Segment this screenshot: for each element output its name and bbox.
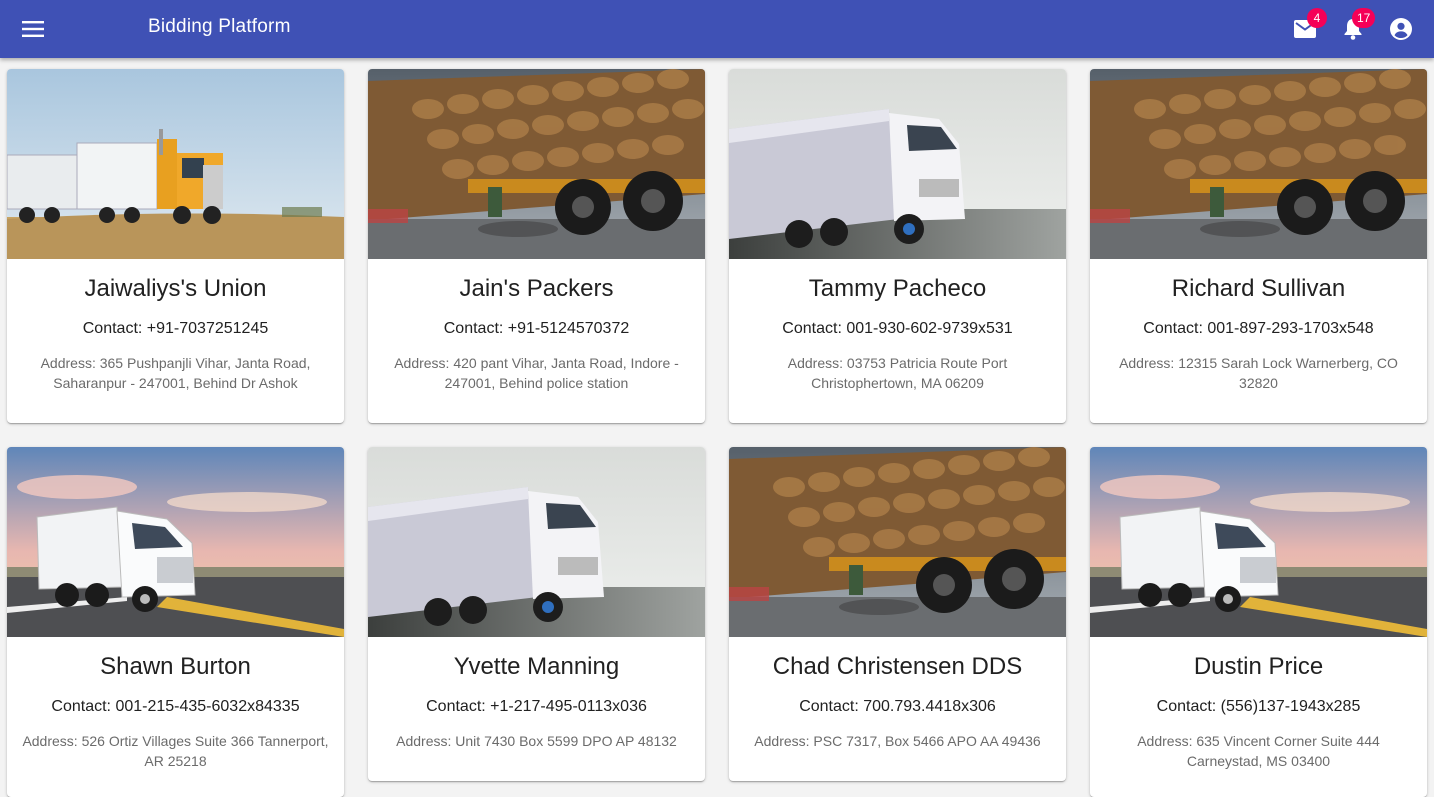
card-title: Richard Sullivan bbox=[1171, 275, 1346, 302]
card-address: Address: 12315 Sarah Lock Warnerberg, CO… bbox=[1119, 355, 1398, 391]
card-truck-image bbox=[368, 69, 705, 259]
card-truck-image bbox=[1090, 69, 1427, 259]
card-address: Address: 420 pant Vihar, Janta Road, Ind… bbox=[394, 355, 679, 391]
card-title: Yvette Manning bbox=[453, 653, 620, 680]
card-address: Address: 365 Pushpanjli Vihar, Janta Roa… bbox=[40, 355, 311, 391]
card-contact: Contact: 001-897-293-1703x548 bbox=[1143, 320, 1374, 337]
card-content: Tammy Pacheco Contact: 001-930-602-9739x5… bbox=[729, 259, 1066, 393]
carrier-card[interactable]: Shawn Burton Contact: 001-215-435-6032x84… bbox=[7, 447, 344, 797]
card-content: Dustin Price Contact: (556)137-1943x285 Ad… bbox=[1090, 637, 1427, 771]
account-button[interactable] bbox=[1380, 8, 1422, 50]
card-address: Address: 526 Ortiz Villages Suite 366 Ta… bbox=[22, 733, 329, 769]
card-address: Address: PSC 7317, Box 5466 APO AA 49436 bbox=[754, 733, 1041, 749]
card-content: Jain's Packers Contact: +91-5124570372 Add… bbox=[368, 259, 705, 393]
card-truck-image bbox=[7, 447, 344, 637]
card-contact: Contact: +1-217-495-0113x036 bbox=[426, 698, 647, 715]
app-bar: Bidding Platform 4 17 bbox=[0, 0, 1434, 58]
card-content: Yvette Manning Contact: +1-217-495-0113x0… bbox=[368, 637, 705, 751]
carrier-card[interactable]: Richard Sullivan Contact: 001-897-293-170… bbox=[1090, 69, 1427, 423]
card-title: Tammy Pacheco bbox=[808, 275, 987, 302]
card-contact: Contact: 001-215-435-6032x84335 bbox=[51, 698, 300, 715]
card-address: Address: Unit 7430 Box 5599 DPO AP 48132 bbox=[396, 733, 677, 749]
card-address: Address: 635 Vincent Corner Suite 444 Ca… bbox=[1137, 733, 1380, 769]
card-contact: Contact: (556)137-1943x285 bbox=[1156, 698, 1361, 715]
card-content: Shawn Burton Contact: 001-215-435-6032x84… bbox=[7, 637, 344, 771]
card-title: Chad Christensen DDS bbox=[772, 653, 1023, 680]
carrier-card[interactable]: Tammy Pacheco Contact: 001-930-602-9739x5… bbox=[729, 69, 1066, 423]
card-truck-image bbox=[729, 69, 1066, 259]
card-contact: Contact: +91-7037251245 bbox=[82, 320, 269, 337]
menu-button[interactable] bbox=[12, 8, 54, 50]
carrier-card[interactable]: Yvette Manning Contact: +1-217-495-0113x0… bbox=[368, 447, 705, 781]
card-contact: Contact: 700.793.4418x306 bbox=[799, 698, 996, 715]
card-truck-image bbox=[729, 447, 1066, 637]
card-truck-image bbox=[7, 69, 344, 259]
card-content: Richard Sullivan Contact: 001-897-293-170… bbox=[1090, 259, 1427, 393]
notifications-button[interactable]: 17 bbox=[1332, 8, 1376, 50]
card-contact: Contact: +91-5124570372 bbox=[443, 320, 630, 337]
mail-badge: 4 bbox=[1307, 8, 1327, 28]
account-circle-icon bbox=[1390, 18, 1412, 40]
carrier-card[interactable]: Jain's Packers Contact: +91-5124570372 Add… bbox=[368, 69, 705, 423]
card-title: Dustin Price bbox=[1193, 653, 1324, 680]
card-truck-image bbox=[368, 447, 705, 637]
card-title: Shawn Burton bbox=[100, 653, 251, 680]
card-truck-image bbox=[1090, 447, 1427, 637]
menu-icon bbox=[22, 21, 44, 37]
card-address: Address: 03753 Patricia Route Port Chris… bbox=[787, 355, 1008, 391]
card-content: Jaiwaliys's Union Contact: +91-7037251245… bbox=[7, 259, 344, 393]
app-title: Bidding Platform bbox=[148, 16, 291, 37]
card-title: Jaiwaliys's Union bbox=[84, 275, 267, 302]
card-title: Jain's Packers bbox=[459, 275, 614, 302]
carrier-card[interactable]: Dustin Price Contact: (556)137-1943x285 Ad… bbox=[1090, 447, 1427, 797]
carrier-card[interactable]: Chad Christensen DDS Contact: 700.793.441… bbox=[729, 447, 1066, 781]
mail-button[interactable]: 4 bbox=[1284, 8, 1327, 50]
card-content: Chad Christensen DDS Contact: 700.793.441… bbox=[729, 637, 1066, 751]
notifications-badge: 17 bbox=[1352, 8, 1376, 28]
carrier-card[interactable]: Jaiwaliys's Union Contact: +91-7037251245… bbox=[7, 69, 344, 423]
card-contact: Contact: 001-930-602-9739x531 bbox=[782, 320, 1013, 337]
